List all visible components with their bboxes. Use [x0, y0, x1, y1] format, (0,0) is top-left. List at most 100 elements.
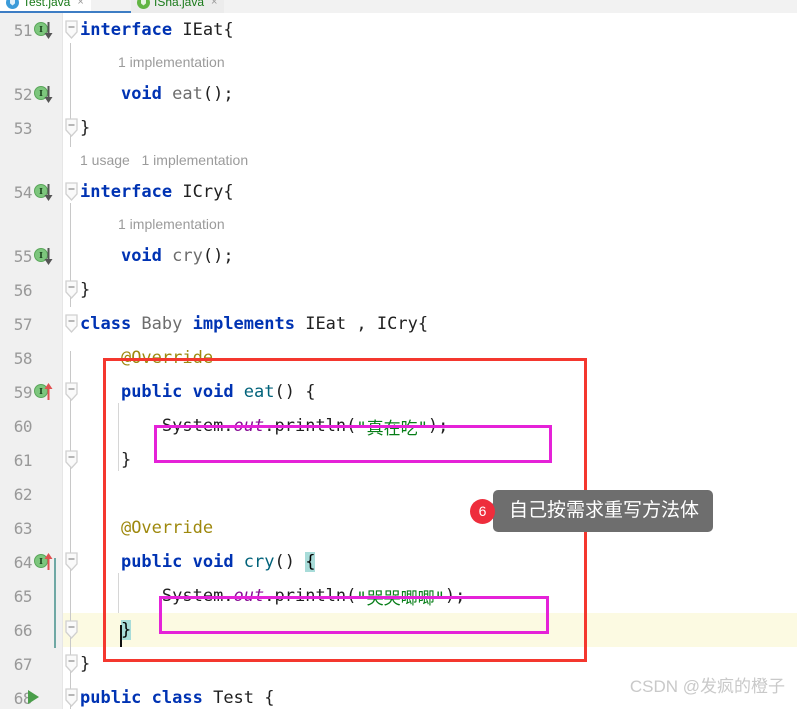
code-token: () { [274, 382, 316, 402]
code-token: { [223, 20, 234, 40]
implemented-method-icon[interactable]: I [34, 22, 53, 39]
idea-editor-window: Test.java × ISha.java × 51 Iinterface IEa… [0, 0, 797, 709]
code-hint-row: 1 usage 1 implementation [0, 145, 797, 175]
code-fold-icon[interactable] [64, 688, 79, 707]
code-text[interactable]: } [80, 613, 132, 647]
code-fold-icon[interactable] [64, 314, 79, 333]
line-number: 53 [13, 118, 33, 138]
editor-tab-label: ISha.java [154, 0, 205, 9]
run-icon[interactable] [28, 690, 39, 704]
code-text[interactable]: System. out .println("哭哭唧唧"); [80, 579, 465, 613]
editor-tab-label: Test.java [23, 0, 71, 9]
text-caret [120, 625, 122, 647]
code-editor[interactable]: 51 Iinterface IEat{1 implementation 52 I vo… [0, 13, 797, 709]
inlay-hint[interactable]: 1 usage 1 implementation [80, 145, 248, 175]
code-token: void [192, 552, 244, 572]
code-text[interactable]: class Baby implements IEat , ICry{ [80, 307, 428, 341]
code-text[interactable]: void eat (); [80, 77, 234, 111]
code-text[interactable]: public void eat() { [80, 375, 316, 409]
code-text[interactable]: interface IEat{ [80, 13, 234, 47]
code-token: ); [427, 416, 449, 436]
code-text[interactable]: } [80, 273, 90, 307]
code-token: Test [213, 688, 265, 708]
code-text[interactable]: System. out .println("真在吃"); [80, 409, 448, 443]
code-line-row: 51 Iinterface IEat{ [0, 13, 797, 47]
implemented-method-icon[interactable]: I [34, 86, 53, 103]
code-line-row: 56} [0, 273, 797, 307]
code-token: } [80, 118, 91, 138]
line-number: 54 [13, 182, 33, 202]
code-text[interactable]: @Override [80, 341, 213, 375]
code-token: Baby [141, 314, 193, 334]
code-token: public [120, 552, 193, 572]
code-token: IEat [305, 314, 347, 334]
code-fold-icon[interactable] [64, 552, 79, 571]
line-number: 51 [13, 20, 33, 40]
code-text[interactable]: } [80, 443, 131, 477]
code-text[interactable]: interface ICry{ [80, 175, 234, 209]
code-text[interactable]: public class Test { [80, 681, 275, 709]
code-token: { [264, 688, 275, 708]
code-token: } [120, 450, 132, 470]
code-token: ICry [376, 314, 418, 334]
code-line-row: 52 I void eat (); [0, 77, 797, 111]
line-number: 61 [13, 450, 33, 470]
code-line-row: 61 } [0, 443, 797, 477]
code-token: System. [161, 416, 234, 436]
implemented-method-icon[interactable]: I [34, 248, 53, 265]
code-fold-icon[interactable] [64, 118, 79, 137]
close-icon[interactable]: × [211, 0, 217, 8]
line-number: 65 [13, 586, 33, 606]
code-line-row: 54 Iinterface ICry{ [0, 175, 797, 209]
code-token: implements [192, 314, 306, 334]
code-hint-row: 1 implementation [0, 209, 797, 239]
line-number: 58 [13, 348, 33, 368]
code-line-row: 59 I public void eat() { [0, 375, 797, 409]
editor-tab-isha-java[interactable]: ISha.java × [131, 0, 225, 13]
line-number: 64 [13, 552, 33, 572]
code-hint-row: 1 implementation [0, 47, 797, 77]
code-token: } [80, 280, 91, 300]
code-fold-icon[interactable] [64, 620, 79, 639]
code-token: "真在吃" [356, 418, 428, 439]
code-line-row: 57 class Baby implements IEat , ICry{ [0, 307, 797, 341]
line-number: 60 [13, 416, 33, 436]
annotation-callout: 6 自己按需求重写方法体 [470, 490, 714, 532]
code-fold-icon[interactable] [64, 280, 79, 299]
code-token: interface [80, 182, 183, 202]
code-text[interactable]: public void cry() { [80, 545, 316, 579]
code-line-row: 65 System. out .println("哭哭唧唧"); [0, 579, 797, 613]
code-token: ); [444, 586, 466, 606]
code-token: @Override [120, 518, 214, 538]
code-fold-icon[interactable] [64, 382, 79, 401]
code-token: } [80, 654, 91, 674]
code-text[interactable]: } [80, 111, 90, 145]
code-fold-icon[interactable] [64, 654, 79, 673]
code-token: ICry [182, 182, 224, 202]
code-text[interactable]: @Override [80, 511, 213, 545]
overriding-method-icon[interactable]: I [34, 553, 53, 570]
close-icon[interactable]: × [77, 0, 83, 8]
line-number: 62 [13, 484, 33, 504]
code-line-row: 60 System. out .println("真在吃"); [0, 409, 797, 443]
code-token: out [233, 586, 265, 606]
code-text[interactable]: } [80, 647, 90, 681]
inlay-hint[interactable]: 1 implementation [118, 47, 225, 77]
code-token: { [305, 552, 316, 572]
code-token: void [192, 382, 244, 402]
code-fold-icon[interactable] [64, 450, 79, 469]
code-fold-icon[interactable] [64, 182, 79, 201]
code-fold-icon[interactable] [64, 20, 79, 39]
inlay-hint[interactable]: 1 implementation [118, 209, 225, 239]
java-interface-icon [137, 0, 150, 9]
overriding-method-icon[interactable]: I [34, 383, 53, 400]
code-text[interactable]: void cry (); [80, 239, 234, 273]
implemented-method-icon[interactable]: I [34, 184, 53, 201]
code-token: eat [243, 382, 275, 402]
line-number: 55 [13, 246, 33, 266]
code-token: .println( [264, 416, 357, 436]
